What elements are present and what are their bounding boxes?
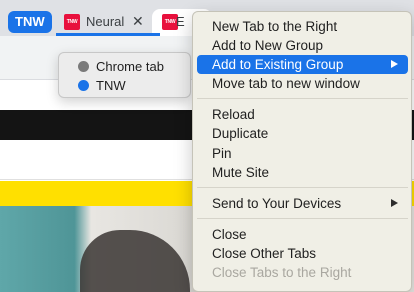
menu-item-label: New Tab to the Right [212, 19, 338, 34]
tab-context-menu: New Tab to the Right Add to New Group Ad… [192, 11, 412, 292]
menu-item-new-tab-right[interactable]: New Tab to the Right [197, 17, 408, 36]
submenu-item-chrome-tab[interactable]: Chrome tab [59, 57, 190, 76]
close-icon[interactable]: ✕ [132, 13, 144, 29]
submenu-item-label: TNW [96, 78, 126, 93]
menu-item-close-other-tabs[interactable]: Close Other Tabs [197, 244, 408, 263]
menu-item-label: Reload [212, 107, 255, 122]
group-color-dot-icon [78, 61, 89, 72]
menu-separator [197, 187, 408, 188]
menu-item-pin[interactable]: Pin [197, 144, 408, 163]
menu-item-label: Add to Existing Group [212, 57, 344, 72]
submenu-arrow-icon [391, 199, 398, 207]
menu-item-label: Mute Site [212, 165, 270, 180]
tnw-favicon-icon: TNW [64, 14, 80, 30]
menu-item-duplicate[interactable]: Duplicate [197, 124, 408, 143]
menu-item-label: Add to New Group [212, 38, 324, 53]
menu-separator [197, 98, 408, 99]
menu-separator [197, 218, 408, 219]
tab-title: Neural [86, 14, 125, 29]
tab-group-chip[interactable]: TNW [8, 11, 52, 33]
tab-neural[interactable]: TNW Neural ✕ [62, 9, 150, 36]
menu-item-mute-site[interactable]: Mute Site [197, 163, 408, 182]
menu-item-label: Close [212, 227, 247, 242]
menu-item-reload[interactable]: Reload [197, 105, 408, 124]
menu-item-close[interactable]: Close [197, 225, 408, 244]
menu-item-close-tabs-right: Close Tabs to the Right [197, 263, 408, 282]
menu-item-add-new-group[interactable]: Add to New Group [197, 36, 408, 55]
menu-item-label: Pin [212, 146, 232, 161]
menu-item-label: Close Other Tabs [212, 246, 317, 261]
group-color-dot-icon [78, 80, 89, 91]
menu-item-add-existing-group[interactable]: Add to Existing Group [197, 55, 408, 74]
submenu-item-label: Chrome tab [96, 59, 164, 74]
submenu-item-tnw[interactable]: TNW [59, 76, 190, 95]
menu-item-move-new-window[interactable]: Move tab to new window [197, 74, 408, 93]
existing-groups-submenu: Chrome tab TNW [58, 52, 191, 98]
menu-item-label: Send to Your Devices [212, 196, 342, 211]
menu-item-label: Close Tabs to the Right [212, 265, 352, 280]
menu-item-label: Duplicate [212, 126, 269, 141]
submenu-arrow-icon [391, 60, 398, 68]
menu-item-label: Move tab to new window [212, 76, 360, 91]
menu-item-send-devices[interactable]: Send to Your Devices [197, 194, 408, 213]
